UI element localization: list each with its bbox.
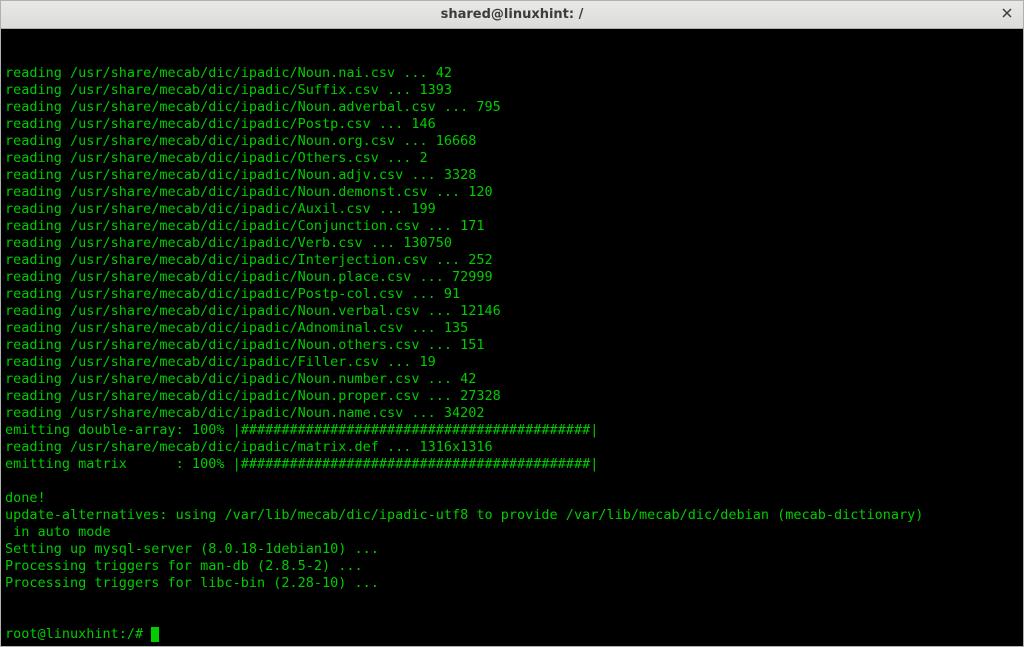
terminal-line: reading /usr/share/mecab/dic/ipadic/Post… (5, 286, 1019, 303)
terminal-line: reading /usr/share/mecab/dic/ipadic/Auxi… (5, 201, 1019, 218)
terminal-line: in auto mode (5, 524, 1019, 541)
terminal-line: reading /usr/share/mecab/dic/ipadic/Inte… (5, 252, 1019, 269)
titlebar: shared@linuxhint: / (1, 1, 1023, 29)
terminal-line: reading /usr/share/mecab/dic/ipadic/Noun… (5, 167, 1019, 184)
terminal-line: update-alternatives: using /var/lib/meca… (5, 507, 1019, 524)
terminal-line: emitting double-array: 100% |###########… (5, 422, 1019, 439)
window-title: shared@linuxhint: / (441, 7, 584, 22)
terminal-line: Processing triggers for man-db (2.8.5-2)… (5, 558, 1019, 575)
terminal-line: emitting matrix : 100% |################… (5, 456, 1019, 473)
terminal-line: reading /usr/share/mecab/dic/ipadic/Noun… (5, 303, 1019, 320)
terminal-line: reading /usr/share/mecab/dic/ipadic/Noun… (5, 65, 1019, 82)
terminal-line: reading /usr/share/mecab/dic/ipadic/Fill… (5, 354, 1019, 371)
terminal-line: reading /usr/share/mecab/dic/ipadic/Noun… (5, 337, 1019, 354)
terminal-line: Setting up mysql-server (8.0.18-1debian1… (5, 541, 1019, 558)
cursor (151, 627, 159, 642)
terminal-output[interactable]: reading /usr/share/mecab/dic/ipadic/Noun… (1, 29, 1023, 646)
terminal-line: reading /usr/share/mecab/dic/ipadic/Noun… (5, 269, 1019, 286)
terminal-line: reading /usr/share/mecab/dic/ipadic/Noun… (5, 99, 1019, 116)
terminal-line: reading /usr/share/mecab/dic/ipadic/Conj… (5, 218, 1019, 235)
terminal-line: reading /usr/share/mecab/dic/ipadic/Noun… (5, 388, 1019, 405)
shell-prompt: root@linuxhint:/# (5, 626, 143, 642)
terminal-line: reading /usr/share/mecab/dic/ipadic/Noun… (5, 405, 1019, 422)
close-button[interactable] (999, 7, 1015, 23)
terminal-line: reading /usr/share/mecab/dic/ipadic/Noun… (5, 371, 1019, 388)
terminal-line: reading /usr/share/mecab/dic/ipadic/Post… (5, 116, 1019, 133)
terminal-line: reading /usr/share/mecab/dic/ipadic/Noun… (5, 133, 1019, 150)
terminal-line: Processing triggers for libc-bin (2.28-1… (5, 575, 1019, 592)
terminal-line: reading /usr/share/mecab/dic/ipadic/Suff… (5, 82, 1019, 99)
terminal-line: reading /usr/share/mecab/dic/ipadic/matr… (5, 439, 1019, 456)
terminal-line: reading /usr/share/mecab/dic/ipadic/Adno… (5, 320, 1019, 337)
close-icon (1001, 7, 1013, 23)
terminal-line (5, 473, 1019, 490)
terminal-line: reading /usr/share/mecab/dic/ipadic/Othe… (5, 150, 1019, 167)
terminal-line: reading /usr/share/mecab/dic/ipadic/Noun… (5, 184, 1019, 201)
prompt-line: root@linuxhint:/# (5, 626, 1019, 643)
terminal-line: done! (5, 490, 1019, 507)
terminal-window: shared@linuxhint: / reading /usr/share/m… (0, 0, 1024, 647)
terminal-line: reading /usr/share/mecab/dic/ipadic/Verb… (5, 235, 1019, 252)
